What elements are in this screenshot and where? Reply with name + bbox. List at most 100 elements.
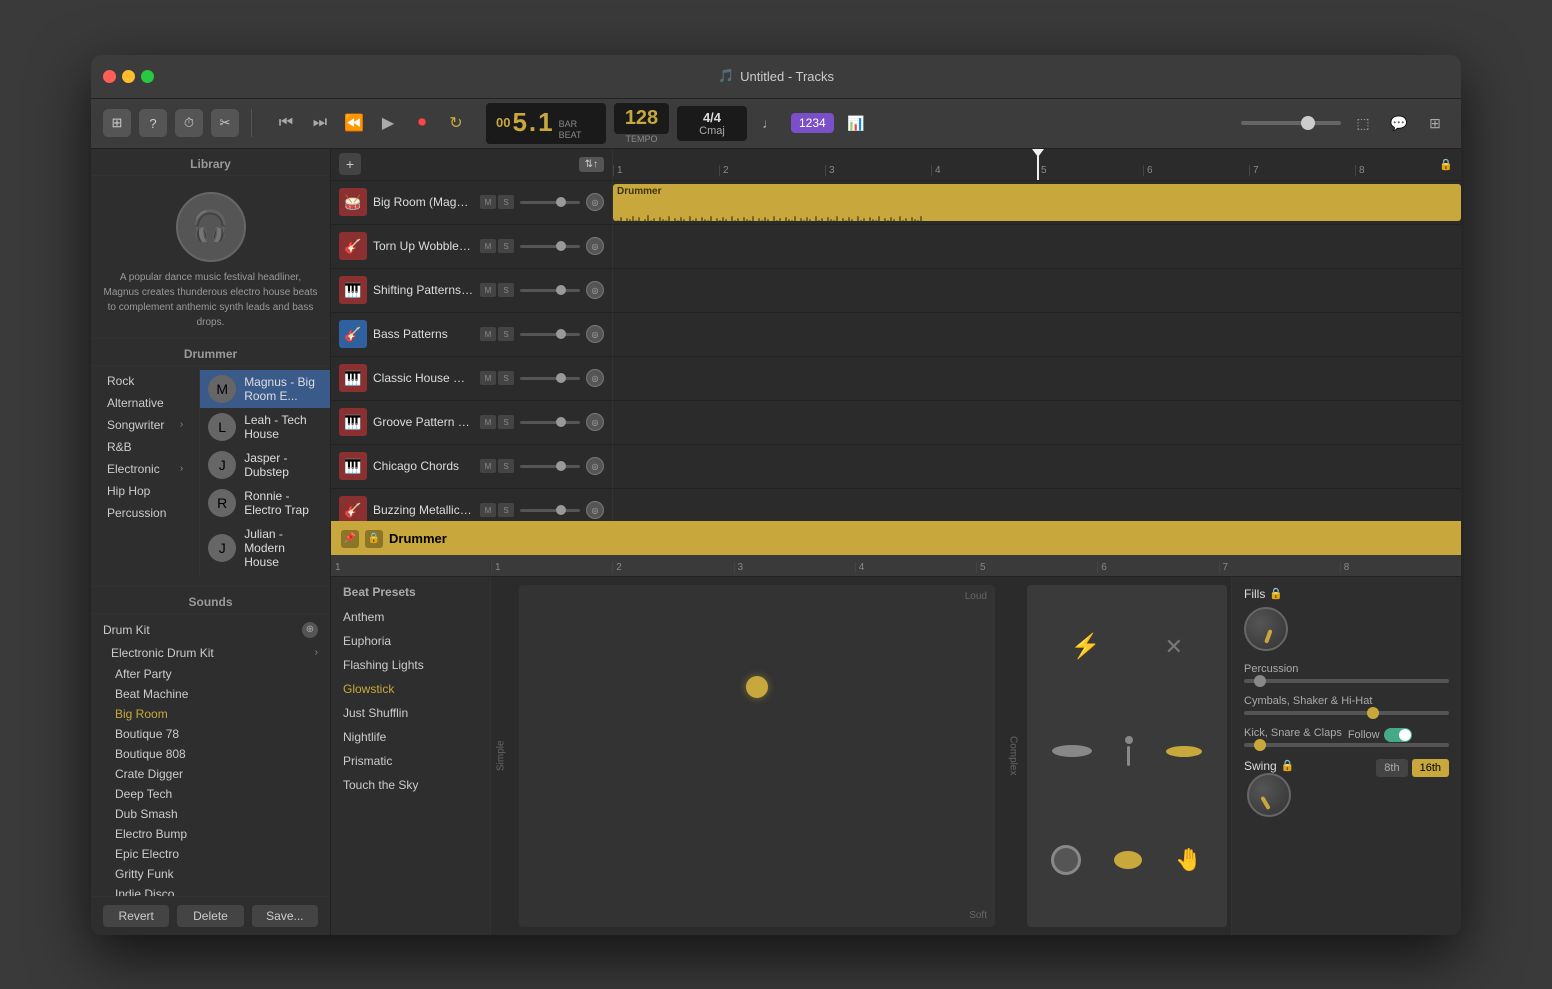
preset-glowstick[interactable]: Glowstick — [331, 677, 490, 701]
mute-button-4[interactable]: M — [480, 371, 496, 385]
hi-hat-stick-icon[interactable] — [1125, 736, 1133, 766]
mixer-button[interactable]: ⊞ — [1421, 109, 1449, 137]
volume-slider-4[interactable] — [520, 377, 580, 380]
percussion-slider[interactable] — [1244, 679, 1449, 683]
mute-button-7[interactable]: M — [480, 503, 496, 517]
follow-switch[interactable] — [1384, 728, 1412, 742]
pan-knob-6[interactable]: ◎ — [586, 457, 604, 475]
pan-knob-1[interactable]: ◎ — [586, 237, 604, 255]
fills-knob[interactable] — [1244, 607, 1288, 651]
drummer-ronnie[interactable]: R Ronnie - Electro Trap — [200, 484, 330, 522]
track-content-5[interactable] — [613, 401, 1461, 444]
follow-toggle[interactable]: Follow — [1348, 728, 1412, 742]
kick-drum-icon[interactable] — [1051, 845, 1081, 875]
note-8th-button[interactable]: 8th — [1376, 759, 1407, 777]
cymbals-slider[interactable] — [1244, 711, 1449, 715]
lightning-icon[interactable]: ⚡ — [1071, 632, 1101, 661]
category-rnb[interactable]: R&B — [91, 436, 199, 458]
pan-knob-3[interactable]: ◎ — [586, 325, 604, 343]
pan-knob-5[interactable]: ◎ — [586, 413, 604, 431]
kick-thumb[interactable] — [1254, 739, 1266, 751]
close-button[interactable] — [103, 70, 116, 83]
hand-clap-icon[interactable]: 🤚 — [1175, 847, 1202, 873]
save-button[interactable]: Save... — [252, 905, 318, 927]
volume-thumb-2[interactable] — [556, 285, 566, 295]
maximize-button[interactable] — [141, 70, 154, 83]
snare-icon[interactable] — [1114, 851, 1142, 869]
smart-controls-button[interactable]: 💬 — [1385, 109, 1413, 137]
volume-thumb-4[interactable] — [556, 373, 566, 383]
volume-thumb-0[interactable] — [556, 197, 566, 207]
rewind-button[interactable]: ⏮ — [272, 109, 300, 137]
preset-euphoria[interactable]: Euphoria — [331, 629, 490, 653]
mute-button-3[interactable]: M — [480, 327, 496, 341]
preset-nightlife[interactable]: Nightlife — [331, 725, 490, 749]
solo-button-4[interactable]: S — [498, 371, 514, 385]
editor-pin-button[interactable]: 📌 — [341, 530, 359, 548]
sound-big-room[interactable]: Big Room — [91, 704, 330, 724]
fast-forward-button[interactable]: ⏭ — [306, 109, 334, 137]
mute-button-1[interactable]: M — [480, 239, 496, 253]
solo-button-2[interactable]: S — [498, 283, 514, 297]
track-content-0[interactable]: Drummer // generate waveform bars inline… — [613, 181, 1461, 224]
mute-button-0[interactable]: M — [480, 195, 496, 209]
track-content-6[interactable] — [613, 445, 1461, 488]
cross-icon[interactable]: ✕ — [1165, 634, 1183, 660]
solo-button-3[interactable]: S — [498, 327, 514, 341]
sound-boutique-78[interactable]: Boutique 78 — [91, 724, 330, 744]
add-drum-kit-btn[interactable]: ⊕ — [302, 622, 318, 638]
track-content-1[interactable] — [613, 225, 1461, 268]
solo-button-6[interactable]: S — [498, 459, 514, 473]
drummer-jasper[interactable]: J Jasper - Dubstep — [200, 446, 330, 484]
track-content-2[interactable] — [613, 269, 1461, 312]
kick-slider[interactable] — [1244, 743, 1449, 747]
sound-indie-disco[interactable]: Indie Disco — [91, 884, 330, 896]
help-button[interactable]: ? — [139, 109, 167, 137]
sounds-drum-kit[interactable]: Drum Kit ⊕ — [91, 618, 330, 642]
solo-button-5[interactable]: S — [498, 415, 514, 429]
cymbals-thumb[interactable] — [1367, 707, 1379, 719]
volume-thumb-3[interactable] — [556, 329, 566, 339]
drummer-leah[interactable]: L Leah - Tech House — [200, 408, 330, 446]
skip-back-button[interactable]: ⏪ — [340, 109, 368, 137]
category-hiphop[interactable]: Hip Hop — [91, 480, 199, 502]
volume-thumb-5[interactable] — [556, 417, 566, 427]
cycle-button[interactable]: ↻ — [442, 109, 470, 137]
delete-button[interactable]: Delete — [177, 905, 243, 927]
master-volume-thumb[interactable] — [1301, 116, 1315, 130]
volume-thumb-7[interactable] — [556, 505, 566, 515]
drummer-julian[interactable]: J Julian - Modern House — [200, 522, 330, 574]
revert-button[interactable]: Revert — [103, 905, 169, 927]
add-track-button[interactable]: + — [339, 153, 361, 175]
sound-deep-tech[interactable]: Deep Tech — [91, 784, 330, 804]
category-alternative[interactable]: Alternative — [91, 392, 199, 414]
pad-grid[interactable]: Loud Soft — [519, 585, 995, 927]
pan-knob-4[interactable]: ◎ — [586, 369, 604, 387]
mute-button-5[interactable]: M — [480, 415, 496, 429]
solo-button-7[interactable]: S — [498, 503, 514, 517]
sound-boutique-808[interactable]: Boutique 808 — [91, 744, 330, 764]
volume-slider-1[interactable] — [520, 245, 580, 248]
volume-slider-0[interactable] — [520, 201, 580, 204]
editor-lock-button[interactable]: 🔒 — [365, 530, 383, 548]
tempo-display[interactable]: 128 TEMPO — [614, 103, 669, 144]
record-button[interactable]: ⏺ — [408, 109, 436, 137]
drummer-region[interactable]: Drummer // generate waveform bars inline… — [613, 184, 1461, 221]
category-electronic[interactable]: Electronic› — [91, 458, 199, 480]
sound-gritty-funk[interactable]: Gritty Funk — [91, 864, 330, 884]
pan-knob-0[interactable]: ◎ — [586, 193, 604, 211]
preset-just-shufflin[interactable]: Just Shufflin — [331, 701, 490, 725]
track-content-4[interactable] — [613, 357, 1461, 400]
category-songwriter[interactable]: Songwriter› — [91, 414, 199, 436]
sort-button[interactable]: ⇅↑ — [579, 157, 604, 172]
category-percussion[interactable]: Percussion — [91, 502, 199, 524]
scissors-button[interactable]: ✂ — [211, 109, 239, 137]
cymbal-1-icon[interactable] — [1052, 745, 1092, 757]
volume-slider-6[interactable] — [520, 465, 580, 468]
volume-slider-5[interactable] — [520, 421, 580, 424]
sound-after-party[interactable]: After Party — [91, 664, 330, 684]
track-content-3[interactable] — [613, 313, 1461, 356]
pan-knob-7[interactable]: ◎ — [586, 501, 604, 519]
master-volume-slider[interactable] — [1241, 121, 1341, 125]
library-button[interactable]: ⊞ — [103, 109, 131, 137]
